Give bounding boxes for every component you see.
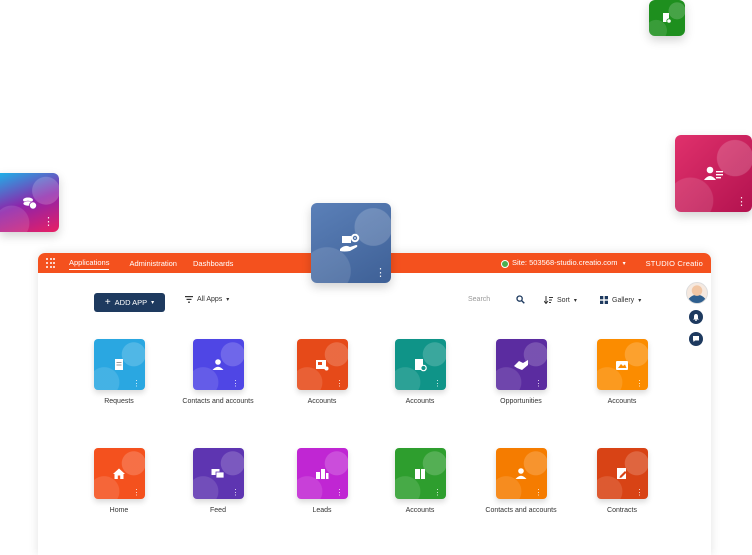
- app-card[interactable]: ⋮ Accounts: [380, 448, 460, 515]
- app-label: Contacts and accounts: [485, 507, 557, 514]
- search-icon[interactable]: [516, 295, 525, 304]
- app-label: Contacts and accounts: [182, 398, 254, 405]
- floating-tile-service[interactable]: ⋮: [311, 203, 391, 283]
- filter-label: All Apps: [197, 296, 223, 303]
- app-tile[interactable]: ⋮: [495, 448, 547, 499]
- app-label: Contracts: [607, 507, 637, 514]
- app-label: Accounts: [307, 398, 337, 405]
- notifications-button[interactable]: [689, 310, 703, 324]
- site-label: Site: 503568-studio.creatio.com: [512, 258, 618, 268]
- app-card[interactable]: ⋮ Opportunities: [481, 339, 561, 406]
- app-tile[interactable]: ⋮: [93, 448, 145, 499]
- more-options-icon[interactable]: ⋮: [43, 217, 54, 228]
- floating-tile-coins[interactable]: ⋮: [0, 173, 59, 232]
- more-options-icon[interactable]: ⋮: [535, 380, 543, 388]
- avatar[interactable]: [686, 282, 708, 304]
- chevron-down-icon: ▾: [151, 300, 155, 306]
- tab-dashboards[interactable]: Dashboards: [193, 257, 233, 270]
- sort-label: Sort: [557, 296, 570, 304]
- app-card[interactable]: ⋮ Accounts: [582, 339, 662, 406]
- more-options-icon[interactable]: ⋮: [232, 380, 240, 388]
- chat-button[interactable]: [689, 332, 703, 346]
- floating-tile-contact-card[interactable]: ⋮: [675, 135, 752, 212]
- app-label: Leads: [312, 507, 332, 514]
- search-input[interactable]: Search: [468, 296, 490, 303]
- filter-dropdown[interactable]: All Apps ▾: [185, 296, 229, 303]
- floating-tile-document: [649, 0, 685, 36]
- app-label: Requests: [104, 398, 134, 405]
- app-tile[interactable]: ⋮: [296, 339, 348, 390]
- app-tile[interactable]: ⋮: [596, 339, 648, 390]
- chevron-down-icon: ▾: [638, 297, 642, 304]
- more-options-icon[interactable]: ⋮: [232, 489, 240, 497]
- site-status-icon: [501, 259, 509, 268]
- app-launcher-icon[interactable]: [46, 258, 56, 268]
- more-options-icon[interactable]: ⋮: [434, 489, 442, 497]
- app-label: Accounts: [405, 507, 435, 514]
- add-app-label: ADD APP: [114, 298, 148, 307]
- site-selector[interactable]: Site: 503568-studio.creatio.com ▾: [501, 258, 626, 268]
- app-card[interactable]: ⋮ Contracts: [582, 448, 662, 515]
- app-card[interactable]: ⋮ Home: [79, 448, 159, 515]
- app-tile[interactable]: ⋮: [192, 448, 244, 499]
- app-toolbar: + ADD APP ▾ All Apps ▾ Search Sort ▾ Gal…: [94, 293, 651, 312]
- chevron-down-icon: ▾: [226, 297, 230, 303]
- app-tile[interactable]: ⋮: [394, 448, 446, 499]
- more-options-icon[interactable]: ⋮: [636, 380, 644, 388]
- studio-logo: STUDIO Creatio: [645, 258, 703, 268]
- app-card[interactable]: ⋮ Contacts and accounts: [481, 448, 561, 515]
- app-card[interactable]: ⋮ Requests: [79, 339, 159, 406]
- app-card[interactable]: ⋮ Accounts: [282, 339, 362, 406]
- more-options-icon[interactable]: ⋮: [336, 489, 344, 497]
- gallery-grid-icon: [600, 296, 608, 304]
- sort-dropdown[interactable]: Sort ▾: [544, 296, 577, 304]
- app-card[interactable]: ⋮ Contacts and accounts: [178, 339, 258, 406]
- app-card[interactable]: ⋮ Leads: [282, 448, 362, 515]
- app-tile[interactable]: ⋮: [192, 339, 244, 390]
- tab-administration[interactable]: Administration: [129, 257, 177, 270]
- more-options-icon[interactable]: ⋮: [434, 380, 442, 388]
- view-dropdown[interactable]: Gallery ▾: [600, 296, 641, 304]
- app-label: Accounts: [607, 398, 637, 405]
- app-tile[interactable]: ⋮: [394, 339, 446, 390]
- more-options-icon[interactable]: ⋮: [736, 197, 747, 208]
- more-options-icon[interactable]: ⋮: [336, 380, 344, 388]
- chat-bubble-icon: [693, 336, 699, 342]
- app-label: Opportunities: [500, 398, 542, 405]
- add-app-button[interactable]: + ADD APP ▾: [94, 293, 165, 312]
- chevron-down-icon: ▾: [622, 261, 626, 268]
- filter-icon: [185, 296, 193, 303]
- more-options-icon[interactable]: ⋮: [535, 489, 543, 497]
- more-options-icon[interactable]: ⋮: [133, 380, 141, 388]
- bell-icon: [693, 314, 699, 321]
- app-tile[interactable]: ⋮: [495, 339, 547, 390]
- sort-icon: [544, 296, 553, 304]
- more-options-icon[interactable]: ⋮: [636, 489, 644, 497]
- app-label: Accounts: [405, 398, 435, 405]
- app-card[interactable]: ⋮ Feed: [178, 448, 258, 515]
- app-card[interactable]: ⋮ Accounts: [380, 339, 460, 406]
- chevron-down-icon: ▾: [573, 297, 577, 304]
- tab-applications[interactable]: Applications: [69, 256, 110, 270]
- app-tile[interactable]: ⋮: [93, 339, 145, 390]
- more-options-icon[interactable]: ⋮: [133, 489, 141, 497]
- studio-window: Applications Administration Dashboards S…: [38, 253, 711, 555]
- app-tile[interactable]: ⋮: [296, 448, 348, 499]
- app-label: Feed: [210, 507, 226, 514]
- plus-icon: +: [104, 297, 111, 308]
- app-label: Home: [109, 507, 129, 514]
- view-label: Gallery: [612, 296, 635, 304]
- app-tile[interactable]: ⋮: [596, 448, 648, 499]
- more-options-icon[interactable]: ⋮: [375, 268, 386, 279]
